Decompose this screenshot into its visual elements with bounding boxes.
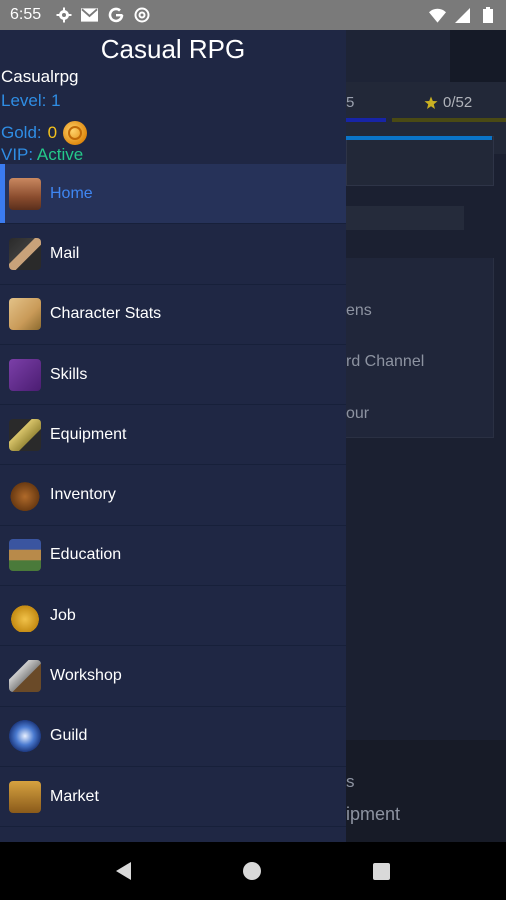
hammer-icon <box>9 660 41 693</box>
menu-item-guild[interactable]: Guild <box>0 707 346 767</box>
recents-icon[interactable] <box>373 862 390 880</box>
menu-item-education[interactable]: Education <box>0 526 346 587</box>
bg-bottom-panel: s ipment <box>346 740 506 842</box>
gear-icon <box>55 7 72 24</box>
bg-bottom-text-b: ipment <box>346 804 401 824</box>
bg-stat-left: 5 <box>346 94 355 111</box>
level-label: Level: <box>1 91 47 110</box>
drawer-menu: Home Mail Character Stats Skills Equipme… <box>0 164 346 828</box>
vip-label: VIP: <box>1 145 34 164</box>
scales-icon <box>9 780 41 813</box>
at-sign-icon <box>133 7 150 24</box>
screen: 6:55 5 0/52 ens rd Channel our s ipment … <box>0 0 506 900</box>
bg-stat-right: 0/52 <box>424 94 472 111</box>
menu-item-label: Inventory <box>50 486 116 504</box>
bg-progress-blue <box>346 118 386 122</box>
shield-icon <box>9 720 41 753</box>
menu-item-label: Guild <box>50 727 88 745</box>
menu-item-mail[interactable]: Mail <box>0 224 346 285</box>
menu-item-inventory[interactable]: Inventory <box>0 465 346 526</box>
battery-icon <box>479 7 496 24</box>
scroll-icon <box>9 298 41 331</box>
menu-item-label: Market <box>50 787 99 805</box>
gold-balance: Gold: 0 <box>1 121 88 145</box>
home-circle-icon[interactable] <box>243 862 261 880</box>
menu-item-workshop[interactable]: Workshop <box>0 646 346 707</box>
username: Casualrpg <box>1 67 79 86</box>
bg-stat-right-value: 0/52 <box>443 94 473 111</box>
bg-progress-olive <box>392 118 506 122</box>
bg-header-box <box>450 30 506 82</box>
menu-item-label: Skills <box>50 365 88 383</box>
bg-bottom-text-a: s <box>346 772 355 791</box>
menu-item-job[interactable]: Job <box>0 586 346 647</box>
bg-list-item: our <box>346 405 370 422</box>
bg-list-item: rd Channel <box>346 353 425 370</box>
menu-item-skills[interactable]: Skills <box>0 345 346 406</box>
status-time: 6:55 <box>10 6 42 23</box>
navigation-drawer: Casual RPG Casualrpg Level: 1 Gold: 0 VI… <box>0 30 346 842</box>
menu-item-label: Mail <box>50 244 80 262</box>
menu-item-label: Education <box>50 546 122 564</box>
cell-signal-icon <box>454 7 471 24</box>
bg-strip <box>346 206 464 230</box>
menu-item-label: Character Stats <box>50 305 162 323</box>
sword-icon <box>9 418 41 451</box>
bag-icon <box>9 479 41 512</box>
menu-item-label: Home <box>50 184 93 202</box>
bg-list-item: ens <box>346 302 372 319</box>
system-nav-bar <box>0 842 506 900</box>
menu-item-label: Job <box>50 606 76 624</box>
vip-value: Active <box>36 145 84 164</box>
gold-value: 0 <box>47 123 58 142</box>
gold-label: Gold: <box>1 123 42 142</box>
level-value: 1 <box>51 91 61 110</box>
bg-card <box>346 136 494 186</box>
status-bar: 6:55 <box>0 0 506 30</box>
books-icon <box>9 539 41 572</box>
app-title: Casual RPG <box>100 34 246 64</box>
mail-icon <box>9 237 41 270</box>
menu-item-label: Equipment <box>50 425 127 443</box>
menu-item-character-stats[interactable]: Character Stats <box>0 285 346 345</box>
bg-card-bar <box>346 136 492 140</box>
status-right-icons <box>429 7 496 24</box>
coins-icon <box>9 599 41 632</box>
player-level: Level: 1 <box>1 91 61 111</box>
gmail-icon <box>81 7 99 24</box>
menu-item-market[interactable]: Market <box>0 767 346 828</box>
vip-status: VIP: Active <box>1 145 83 165</box>
coin-icon <box>63 121 88 145</box>
google-icon <box>107 7 124 24</box>
menu-item-equipment[interactable]: Equipment <box>0 405 346 466</box>
star-icon <box>424 96 438 109</box>
bg-list: ens rd Channel our <box>346 258 494 438</box>
wifi-icon <box>429 7 446 24</box>
back-icon[interactable] <box>116 862 131 880</box>
status-left-icons <box>55 7 150 24</box>
drawer-header: Casual RPG Casualrpg Level: 1 Gold: 0 VI… <box>0 30 346 164</box>
spellbook-icon <box>9 358 41 391</box>
home-icon <box>9 177 41 210</box>
menu-item-home[interactable]: Home <box>0 164 346 225</box>
menu-item-label: Workshop <box>50 667 122 685</box>
